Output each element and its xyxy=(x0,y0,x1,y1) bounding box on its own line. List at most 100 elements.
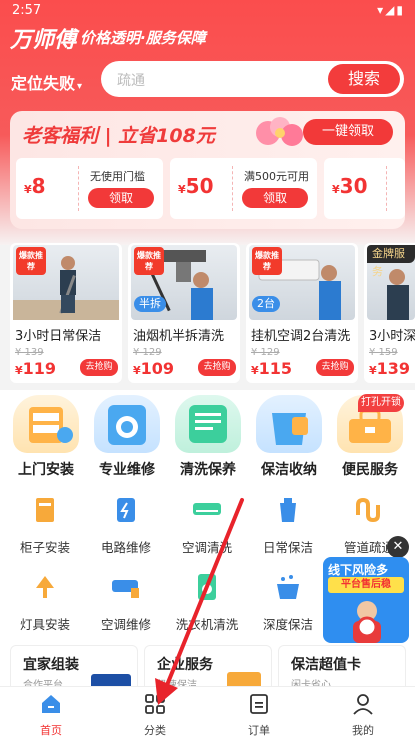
service-label: 日常保洁 xyxy=(262,540,313,555)
grid-icon xyxy=(145,694,165,714)
service-label: 洗衣机清洗 xyxy=(175,617,239,632)
service-label: 空调维修 xyxy=(100,617,151,632)
service-item[interactable]: 深度保洁 xyxy=(248,572,328,633)
category-install[interactable]: 上门安装 xyxy=(11,395,81,485)
deal-name: 油烟机半拆清洗 xyxy=(133,329,225,344)
deal-price: ¥115 xyxy=(251,359,292,378)
ad-figure-icon xyxy=(353,601,381,643)
status-time: 2:57 xyxy=(12,3,42,18)
deal-price: ¥139 xyxy=(369,359,410,378)
service-label: 深度保洁 xyxy=(262,617,313,632)
pipe-icon xyxy=(356,497,380,523)
deal-price-value: 119 xyxy=(22,359,57,378)
deal-card[interactable]: 爆款推荐 3小时日常保洁 ¥ 139 ¥119 去抢购 xyxy=(10,243,122,383)
deal-currency: ¥ xyxy=(15,364,23,377)
bottom-card-title: 企业服务 xyxy=(157,657,213,673)
buy-button[interactable]: 去抢购 xyxy=(198,359,236,376)
ac-icon xyxy=(193,503,221,515)
hot-deals-row: 爆款推荐 3小时日常保洁 ¥ 139 ¥119 去抢购 爆款推荐 半拆 油烟机半… xyxy=(10,243,415,383)
deal-price: ¥109 xyxy=(133,359,174,378)
hot-badge: 爆款推荐 xyxy=(134,247,164,275)
coupon-desc: 满500元可用 xyxy=(244,170,309,183)
category-label: 专业维修 xyxy=(99,462,155,478)
tab-label: 分类 xyxy=(144,724,166,737)
deal-card[interactable]: 金牌服务 3小时深 ¥ 159 ¥139 xyxy=(364,243,415,383)
deal-name: 3小时日常保洁 xyxy=(15,329,102,344)
category-label: 清洗保养 xyxy=(180,462,236,478)
lamp-icon xyxy=(36,576,54,598)
promo-banner: 老客福利 | 立省108元 一键领取 ¥8 无使用门槛 领取 ¥50 满500元… xyxy=(10,111,405,229)
coupon-divider xyxy=(232,166,233,211)
drawer-icon xyxy=(13,395,79,453)
search-button[interactable]: 搜索 xyxy=(328,64,400,94)
coupon-card: ¥30 xyxy=(324,158,405,219)
category-cleaning[interactable]: 清洗保养 xyxy=(173,395,243,485)
promo-title: 老客福利 | 立省108元 xyxy=(22,125,215,147)
service-item[interactable]: 日常保洁 xyxy=(248,495,328,556)
cabinet-icon xyxy=(36,498,54,522)
bottom-tab-bar: 首页 分类 订单 我的 xyxy=(0,686,415,739)
ad-line1: 线下风险多 xyxy=(328,563,389,577)
hot-badge: 爆款推荐 xyxy=(16,247,46,275)
coupon-amount: ¥8 xyxy=(24,174,46,198)
service-label: 空调清洗 xyxy=(181,540,232,555)
category-repair[interactable]: 专业维修 xyxy=(92,395,162,485)
service-item[interactable]: 空调清洗 xyxy=(167,495,247,556)
cleaning-icon xyxy=(280,498,296,522)
deal-price: ¥119 xyxy=(15,359,56,378)
deal-currency: ¥ xyxy=(369,364,377,377)
deal-name: 挂机空调2台清洗 xyxy=(251,329,351,344)
coupon-card: ¥8 无使用门槛 领取 xyxy=(16,158,163,219)
service-item[interactable]: 灯具安装 xyxy=(5,572,85,633)
coupon-currency: ¥ xyxy=(332,183,340,196)
coupon-divider xyxy=(78,166,79,211)
claim-coupon-button[interactable]: 领取 xyxy=(88,188,154,208)
tab-home[interactable]: 首页 xyxy=(21,693,81,738)
close-icon[interactable]: ✕ xyxy=(387,536,409,558)
coupon-divider xyxy=(386,166,387,211)
tab-orders[interactable]: 订单 xyxy=(229,693,289,738)
claim-all-button[interactable]: 一键领取 xyxy=(303,119,393,145)
deal-old-price: ¥ 159 xyxy=(369,347,398,358)
coupon-desc: 无使用门槛 xyxy=(90,170,145,183)
service-item[interactable]: 柜子安装 xyxy=(5,495,85,556)
washer-icon xyxy=(94,395,160,453)
search-input[interactable]: 疏通 xyxy=(117,70,145,90)
buy-button[interactable]: 去抢购 xyxy=(80,359,118,376)
user-icon xyxy=(353,694,373,715)
deal-price-value: 115 xyxy=(258,359,293,378)
coupon-currency: ¥ xyxy=(178,183,186,196)
floating-ad[interactable]: 线下风险多 平台售后稳 xyxy=(323,557,409,643)
deal-currency: ¥ xyxy=(251,364,259,377)
search-bar[interactable]: 疏通 搜索 xyxy=(101,61,404,97)
deal-card[interactable]: 爆款推荐 2台 挂机空调2台清洗 ¥ 129 ¥115 去抢购 xyxy=(246,243,358,383)
hot-badge: 爆款推荐 xyxy=(252,247,282,275)
deep-clean-icon xyxy=(277,575,299,599)
claim-coupon-button[interactable]: 领取 xyxy=(242,188,308,208)
service-item[interactable]: 电路维修 xyxy=(86,495,166,556)
tab-category[interactable]: 分类 xyxy=(125,693,185,738)
lock-service-badge: 打孔开锁 xyxy=(358,394,404,412)
card-icon xyxy=(175,395,241,453)
home-icon xyxy=(42,695,60,713)
brand-logo: 万师傅 xyxy=(10,28,77,53)
deal-tag: 半拆 xyxy=(134,296,166,312)
service-item[interactable]: 洗衣机清洗 xyxy=(167,572,247,633)
tab-label: 订单 xyxy=(248,724,270,737)
service-label: 柜子安装 xyxy=(19,540,70,555)
bucket-icon xyxy=(256,395,322,453)
coupon-card: ¥50 满500元可用 领取 xyxy=(170,158,317,219)
coupon-amount: ¥30 xyxy=(332,174,368,198)
chevron-down-icon: ▾ xyxy=(77,81,83,92)
service-item[interactable]: 空调维修 xyxy=(86,572,166,633)
location-selector[interactable]: 定位失败 ▾ xyxy=(11,70,82,94)
deal-old-price: ¥ 129 xyxy=(251,347,280,358)
ad-line2: 平台售后稳 xyxy=(328,577,404,593)
tab-profile[interactable]: 我的 xyxy=(333,693,393,738)
tab-label: 我的 xyxy=(352,724,374,737)
deal-card[interactable]: 爆款推荐 半拆 油烟机半拆清洗 ¥ 129 ¥109 去抢购 xyxy=(128,243,240,383)
coupon-currency: ¥ xyxy=(24,183,32,196)
category-housekeeping[interactable]: 保洁收纳 xyxy=(254,395,324,485)
buy-button[interactable]: 去抢购 xyxy=(316,359,354,376)
coupon-value: 8 xyxy=(31,174,46,198)
